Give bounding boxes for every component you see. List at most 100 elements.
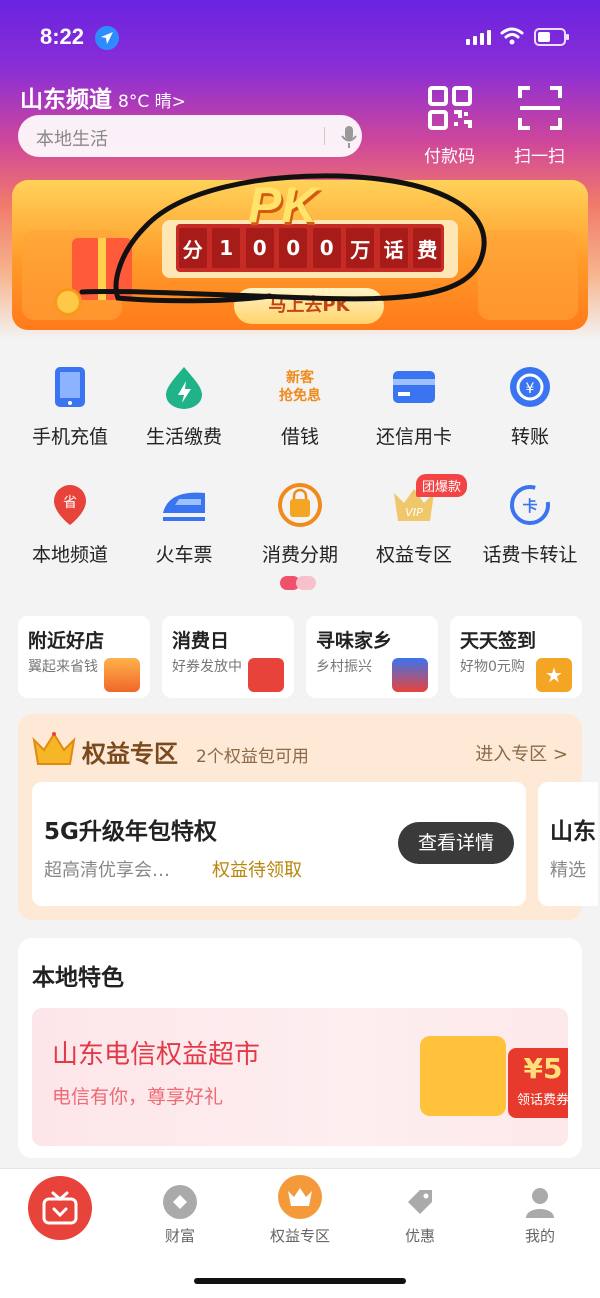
vip-text: VIP bbox=[405, 506, 423, 519]
local-market-card[interactable]: 山东电信权益超市 电信有你，尊享好礼 ¥5 领话费券 bbox=[32, 1008, 568, 1146]
quick-card-subtitle: 乡村振兴 bbox=[316, 659, 372, 675]
scan-label: 扫一扫 bbox=[514, 147, 565, 167]
tab-label: 优惠 bbox=[404, 1227, 435, 1245]
free-interest-text: 抢免息 bbox=[279, 388, 321, 404]
tab-offers[interactable]: 优惠 bbox=[370, 1185, 470, 1246]
prize-char: 话 bbox=[379, 228, 408, 268]
grid-item-card-transfer[interactable]: 卡 话费卡转让 bbox=[470, 482, 590, 567]
tab-profile[interactable]: 我的 bbox=[490, 1185, 590, 1246]
rights-card-next[interactable]: 山东 精选 bbox=[538, 782, 598, 906]
person-icon bbox=[523, 1185, 557, 1219]
local-province-icon: 省 bbox=[47, 482, 93, 528]
new-customer-icon: 新客 抢免息 bbox=[277, 364, 323, 410]
promo-banner[interactable]: 分 1 0 0 0 万 话 费 PK 马上去PK bbox=[12, 180, 588, 330]
banner-decor-right bbox=[478, 230, 578, 320]
rights-card-title: 山东 bbox=[550, 819, 596, 845]
prize-char: 0 bbox=[279, 228, 308, 268]
rights-card-status: 权益待领取 bbox=[212, 860, 302, 881]
quick-card-subtitle: 好券发放中 bbox=[172, 659, 242, 675]
tab-wealth[interactable]: 财富 bbox=[130, 1185, 230, 1246]
status-time: 8:22 bbox=[40, 24, 85, 49]
transfer-icon: ¥ bbox=[507, 364, 553, 410]
grid-page-indicator bbox=[280, 576, 316, 590]
card-glyph: 卡 bbox=[522, 497, 537, 515]
quick-card-title: 消费日 bbox=[172, 630, 230, 652]
cellular-signal-icon bbox=[466, 30, 491, 45]
coupon-label: 领话费券 bbox=[516, 1093, 568, 1108]
tab-label: 财富 bbox=[164, 1227, 195, 1245]
calendar-star-icon: ★ bbox=[536, 658, 572, 692]
rights-card-5g[interactable]: 5G升级年包特权 超高清优享会… 权益待领取 查看详情 bbox=[32, 782, 526, 906]
crown-icon bbox=[278, 1175, 322, 1219]
quick-card-title: 寻味家乡 bbox=[316, 630, 393, 652]
grid-label: 借钱 bbox=[280, 426, 319, 448]
grid-label: 转账 bbox=[510, 426, 549, 448]
phone-icon bbox=[47, 364, 93, 410]
quick-card-nearby-shops[interactable]: 附近好店 翼起来省钱 bbox=[18, 616, 150, 698]
grid-item-utility-payment[interactable]: 生活缴费 bbox=[124, 364, 244, 449]
grid-label: 本地频道 bbox=[31, 544, 108, 566]
scan-button[interactable]: 扫一扫 bbox=[514, 84, 565, 167]
train-icon bbox=[161, 482, 207, 528]
home-tv-button[interactable] bbox=[28, 1176, 92, 1240]
quick-card-subtitle: 翼起来省钱 bbox=[28, 659, 98, 675]
grid-item-installment[interactable]: 消费分期 bbox=[240, 482, 360, 567]
coupon-value: ¥5 bbox=[523, 1052, 563, 1085]
quick-card-daily-checkin[interactable]: 天天签到 好物0元购 ★ bbox=[450, 616, 582, 698]
grid-label: 权益专区 bbox=[375, 544, 452, 566]
storefront-icon bbox=[104, 658, 140, 692]
view-details-button[interactable]: 查看详情 bbox=[398, 822, 514, 864]
local-heading: 本地特色 bbox=[32, 965, 124, 991]
city-selector[interactable]: 山东频道 8°C 晴> bbox=[20, 80, 186, 114]
svg-text:¥: ¥ bbox=[526, 381, 535, 397]
grid-item-train-ticket[interactable]: 火车票 bbox=[124, 482, 244, 567]
home-indicator bbox=[194, 1278, 406, 1284]
grid-label: 消费分期 bbox=[261, 544, 338, 566]
province-glyph: 省 bbox=[63, 495, 77, 511]
qr-code-icon bbox=[426, 86, 474, 136]
prize-char: 费 bbox=[413, 228, 442, 268]
tab-rights-zone[interactable]: 权益专区 bbox=[250, 1175, 350, 1246]
prize-char: 0 bbox=[312, 228, 341, 268]
shopping-bag-icon bbox=[277, 482, 323, 528]
quick-card-title: 附近好店 bbox=[28, 630, 105, 652]
grid-item-credit-card[interactable]: 还信用卡 bbox=[354, 364, 474, 449]
pay-code-label: 付款码 bbox=[424, 147, 475, 167]
rights-card-desc: 超高清优享会… bbox=[44, 860, 170, 881]
grid-label: 生活缴费 bbox=[145, 426, 222, 448]
card-transfer-icon: 卡 bbox=[507, 482, 553, 528]
banner-title: PK bbox=[248, 180, 318, 233]
local-card-subtitle: 电信有你，尊享好礼 bbox=[52, 1086, 224, 1108]
quick-card-consumer-day[interactable]: 消费日 好券发放中 bbox=[162, 616, 294, 698]
coupon-badge: ¥5 领话费券 bbox=[508, 1048, 568, 1118]
status-bar: 8:22 bbox=[0, 22, 600, 56]
weather-info: 8°C 晴> bbox=[118, 92, 186, 112]
grid-label: 火车票 bbox=[155, 544, 213, 566]
diamond-icon bbox=[163, 1185, 197, 1219]
hot-deal-badge: 团爆款 bbox=[416, 474, 468, 497]
rights-card-desc: 精选 bbox=[550, 860, 586, 881]
grid-label: 话费卡转让 bbox=[482, 544, 578, 566]
microphone-icon[interactable] bbox=[340, 125, 358, 153]
local-card-title: 山东电信权益超市 bbox=[52, 1040, 261, 1070]
crown-icon bbox=[32, 732, 76, 772]
quick-card-subtitle: 好物0元购 bbox=[460, 659, 525, 675]
search-input[interactable]: 本地生活 bbox=[18, 115, 362, 157]
banner-cta-button[interactable]: 马上去PK bbox=[234, 288, 384, 324]
grid-item-local-channel[interactable]: 省 本地频道 bbox=[10, 482, 130, 567]
grid-item-phone-recharge[interactable]: 手机充值 bbox=[10, 364, 130, 449]
enter-rights-link[interactable]: 进入专区 > bbox=[475, 740, 568, 766]
location-arrow-icon bbox=[95, 26, 119, 50]
quick-card-title: 天天签到 bbox=[460, 630, 537, 652]
tab-label: 我的 bbox=[524, 1227, 555, 1245]
drop-bolt-icon bbox=[161, 364, 207, 410]
prize-char: 0 bbox=[245, 228, 274, 268]
grid-item-borrow[interactable]: 新客 抢免息 借钱 bbox=[240, 364, 360, 449]
pay-code-button[interactable]: 付款码 bbox=[424, 84, 475, 167]
quick-card-hometown[interactable]: 寻味家乡 乡村振兴 bbox=[306, 616, 438, 698]
tv-icon bbox=[42, 1191, 78, 1225]
tag-icon bbox=[403, 1185, 437, 1219]
city-name: 山东频道 bbox=[20, 87, 112, 113]
grid-item-transfer[interactable]: ¥ 转账 bbox=[470, 364, 590, 449]
grid-label: 手机充值 bbox=[31, 426, 108, 448]
